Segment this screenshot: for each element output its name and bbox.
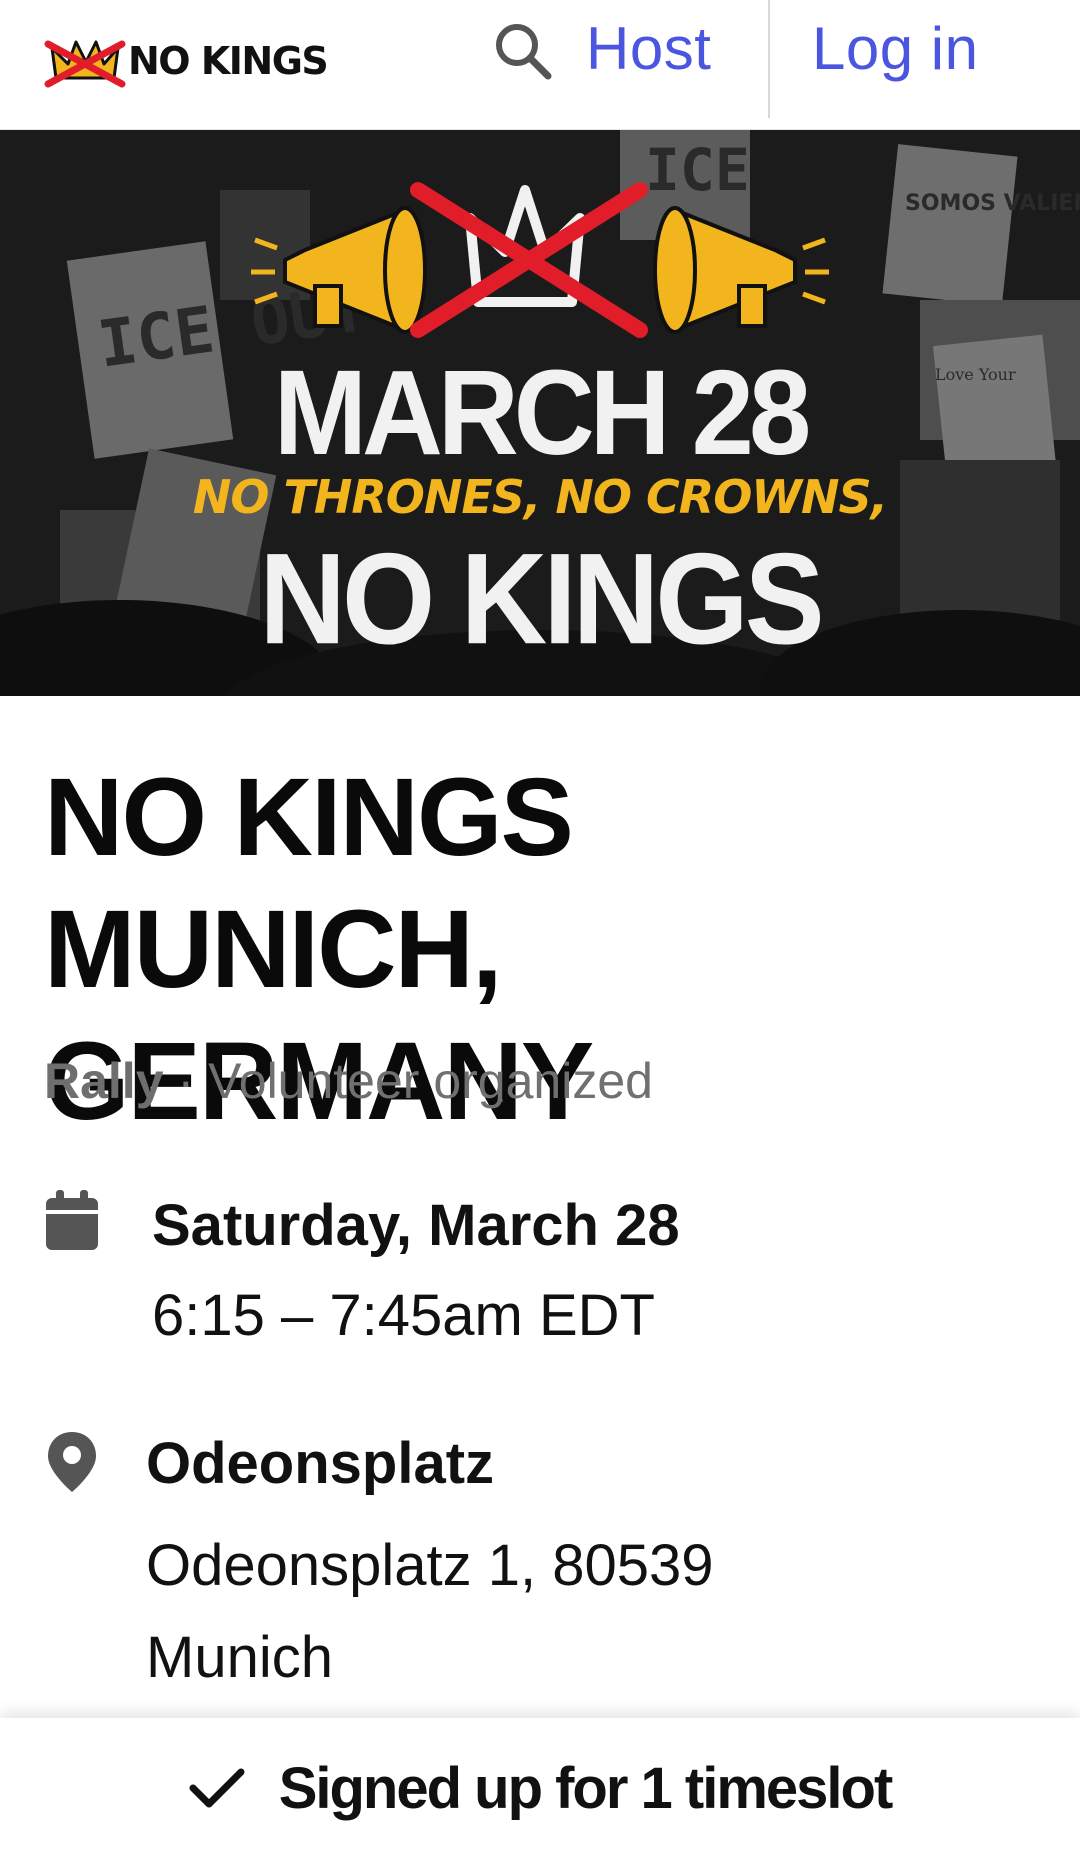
checkmark-icon (189, 1768, 245, 1808)
event-time: 6:15 – 7:45am EDT (152, 1283, 655, 1348)
event-banner-image: ICE OUT ICE SOMOS VALIENTES Love Your (0, 130, 1080, 696)
hero-title: NO KINGS (259, 526, 824, 672)
hero-date: MARCH 28 (273, 345, 812, 480)
event-organizer: Volunteer organized (208, 1053, 653, 1109)
sign-text: SOMOS VALIENTES (905, 191, 1080, 216)
crown-logo-icon (44, 40, 126, 88)
location-pin-icon (48, 1432, 96, 1492)
venue-address[interactable]: Odeonsplatz 1, 80539 Munich (146, 1520, 846, 1704)
brand-logo-link[interactable]: NO KINGS (44, 34, 329, 88)
search-button[interactable] (490, 18, 556, 84)
sign-text: ICE (645, 136, 750, 204)
event-meta: Rally · Volunteer organized (44, 1052, 653, 1110)
calendar-icon (46, 1190, 98, 1250)
address-line: Munich (146, 1625, 333, 1690)
nav-divider (768, 0, 770, 118)
host-link[interactable]: Host (586, 14, 711, 83)
brand-name: NO KINGS (128, 39, 329, 83)
meta-separator: · (177, 1053, 195, 1109)
signup-status: Signed up for 1 timeslot (0, 1718, 1080, 1868)
hero-tagline: NO THRONES, NO CROWNS, (192, 470, 888, 524)
search-icon (496, 24, 552, 80)
signup-status-bar[interactable]: Signed up for 1 timeslot (0, 1718, 1080, 1868)
venue-name[interactable]: Odeonsplatz (146, 1430, 494, 1497)
signup-status-text: Signed up for 1 timeslot (278, 1755, 894, 1821)
top-nav-bar: NO KINGS Host Log in (0, 0, 1080, 130)
address-line: Odeonsplatz 1, 80539 (146, 1533, 714, 1598)
login-link[interactable]: Log in (812, 14, 978, 83)
event-type: Rally (44, 1053, 164, 1109)
event-date: Saturday, March 28 (152, 1193, 680, 1258)
